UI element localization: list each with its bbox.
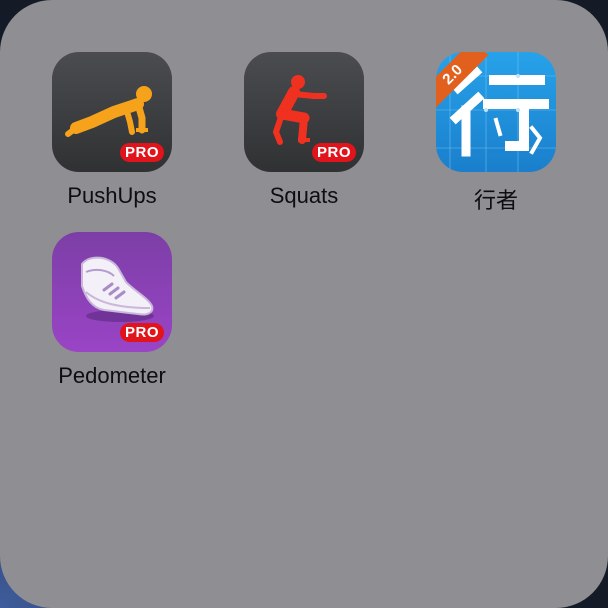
pedometer-app-icon[interactable]: PRO: [52, 232, 172, 352]
app-label: 行者: [473, 188, 518, 213]
pro-badge: PRO: [119, 143, 164, 162]
squats-app-icon[interactable]: PRO: [244, 52, 364, 172]
app-label: PushUps: [67, 183, 157, 208]
pushups-app-icon[interactable]: PRO: [52, 52, 172, 172]
pro-badge: PRO: [311, 143, 356, 162]
app-xingzhe[interactable]: 2.0 行者: [421, 52, 571, 215]
pro-badge: PRO: [119, 323, 164, 342]
app-label: Pedometer: [58, 363, 166, 388]
app-folder: PRO PushUps PRO Squats 2.0 行者 PRO Pedome…: [0, 0, 608, 608]
app-pedometer[interactable]: PRO Pedometer: [37, 232, 187, 389]
app-squats[interactable]: PRO Squats: [229, 52, 379, 209]
xingzhe-app-icon[interactable]: 2.0: [436, 52, 556, 172]
app-pushups[interactable]: PRO PushUps: [37, 52, 187, 209]
app-label: Squats: [269, 183, 339, 208]
